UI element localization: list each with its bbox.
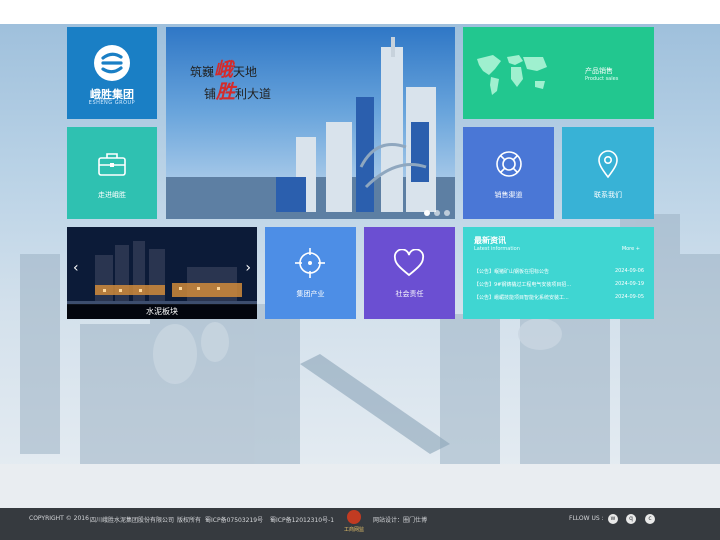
product-sales-label-cn: 产品销售 <box>585 67 613 75</box>
banner-slogan-line2: 铺胜利大道 <box>204 81 272 103</box>
footer-copyright: COPYRIGHT © 2016 <box>29 515 89 522</box>
banner-dot-1[interactable] <box>424 210 430 216</box>
business-badge-label: 工商网监 <box>343 527 364 533</box>
news-item-date: 2024-09-19 <box>614 281 644 287</box>
social-responsibility-tile[interactable]: 社会责任 <box>364 227 455 319</box>
news-item-title[interactable]: 【公告】峨嵋技能项目智能化系统安装工... <box>474 294 594 307</box>
crosshair-icon <box>295 248 325 278</box>
news-item-date: 2024-09-06 <box>614 268 644 274</box>
news-item[interactable]: 【公告】峨嵋技能项目智能化系统安装工... 2024-09-05 <box>474 294 644 307</box>
about-label: 走进峨胜 <box>98 191 126 199</box>
news-item-date: 2024-09-05 <box>614 294 644 300</box>
banner-dot-2[interactable] <box>434 210 440 216</box>
product-sales-label-en: Product sales <box>585 76 619 82</box>
hero-banner[interactable]: 筑巍峨天地 铺胜利大道 <box>166 27 455 219</box>
police-badge-icon <box>347 510 361 524</box>
cement-section-tile[interactable]: ‹ › 水泥板块 <box>67 227 257 319</box>
top-bar <box>0 0 720 24</box>
footer-follow-label: FLLOW US : <box>569 515 604 522</box>
brand-name-en: ESHENG GROUP <box>88 100 136 106</box>
wechat-icon[interactable]: c <box>645 514 655 524</box>
briefcase-icon <box>98 153 126 176</box>
cement-next-arrow-icon[interactable]: › <box>245 260 251 276</box>
footer-icp-1[interactable]: 蜀ICP备07503219号 <box>205 515 263 524</box>
world-map-icon <box>477 55 547 95</box>
esheng-logo-icon <box>94 45 130 81</box>
news-item-title[interactable]: 【公告】9#钢铸橇过工程电气安装项目招... <box>474 281 594 294</box>
weibo-icon[interactable]: w <box>608 514 618 524</box>
contact-label: 联系我们 <box>594 191 622 199</box>
latest-news-panel: 最新资讯 Latest information More + 【公告】岷猪矿山钢… <box>463 227 654 319</box>
qq-icon[interactable]: q <box>626 514 636 524</box>
business-badge[interactable]: 工商网监 <box>341 508 367 540</box>
sales-channel-tile[interactable]: 销售渠道 <box>463 127 554 219</box>
news-title: 最新资讯 <box>474 236 506 245</box>
group-industry-label: 集团产业 <box>296 290 325 298</box>
news-more-link[interactable]: More + <box>622 246 640 252</box>
footer-design-credit[interactable]: 网站设计：圈门仕博 <box>373 515 427 524</box>
news-item[interactable]: 【公告】岷猪矿山钢板在招标公告 2024-09-06 <box>474 268 644 281</box>
contact-tile[interactable]: 联系我们 <box>562 127 654 219</box>
sales-channel-label: 销售渠道 <box>494 191 523 199</box>
cement-prev-arrow-icon[interactable]: ‹ <box>73 260 79 276</box>
footer-rights: 版权所有 <box>177 517 202 524</box>
about-tile[interactable]: 走进峨胜 <box>67 127 157 219</box>
group-industry-tile[interactable]: 集团产业 <box>265 227 356 319</box>
social-responsibility-label: 社会责任 <box>395 290 424 298</box>
footer-icp-2[interactable]: 蜀ICP备12012310号-1 <box>270 515 334 524</box>
logo-tile[interactable]: 峨胜集团 ESHENG GROUP <box>67 27 157 119</box>
product-sales-tile[interactable]: 产品销售 Product sales <box>463 27 654 119</box>
footer: COPYRIGHT © 2016 四川峨胜水泥集团股份有限公司 版权所有 蜀IC… <box>0 508 720 540</box>
news-subtitle: Latest information <box>474 246 520 252</box>
cement-section-label: 水泥板块 <box>67 304 257 319</box>
news-item[interactable]: 【公告】9#钢铸橇过工程电气安装项目招... 2024-09-19 <box>474 281 644 294</box>
location-pin-icon <box>598 150 618 179</box>
banner-dot-3[interactable] <box>444 210 450 216</box>
news-list: 【公告】岷猪矿山钢板在招标公告 2024-09-06 【公告】9#钢铸橇过工程电… <box>474 268 644 307</box>
lifebuoy-icon <box>496 151 522 177</box>
news-item-title[interactable]: 【公告】岷猪矿山钢板在招标公告 <box>474 268 594 281</box>
footer-company: 四川峨胜水泥集团股份有限公司 <box>90 517 175 524</box>
heart-icon <box>393 249 425 277</box>
